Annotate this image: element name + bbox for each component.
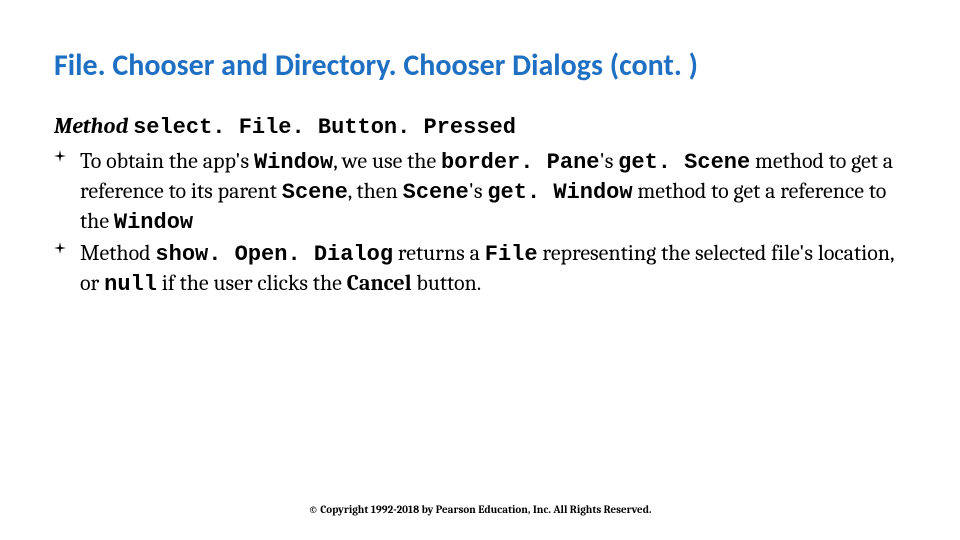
text-run: To obtain the app's [80,148,254,174]
text-run: File [485,242,538,267]
text-run: Window [114,210,193,235]
text-run: get. Scene [618,150,750,175]
copyright-footer: © Copyright 1992-2018 by Pearson Educati… [0,503,960,516]
bullet-glyph-icon [54,149,66,166]
text-run: returns a [393,240,485,266]
text-run: 's [599,148,618,174]
subheading-prefix: Method [54,113,133,139]
bullet-glyph-icon [54,241,66,258]
slide: File. Chooser and Directory. Chooser Dia… [0,0,960,540]
text-run: Window [254,150,333,175]
text-run: null [104,272,157,297]
text-run: Method [80,240,155,266]
text-run: Scene [403,180,469,205]
text-run: border. Pane [441,150,599,175]
text-run: Cancel [347,270,412,296]
text-run: show. Open. Dialog [155,242,393,267]
subheading-method: select. File. Button. Pressed [133,115,516,140]
list-item: Method show. Open. Dialog returns a File… [54,239,906,299]
text-run: get. Window [487,180,632,205]
text-run: if the user clicks the [157,270,347,296]
text-run: , then [348,178,403,204]
text-run: Scene [282,180,348,205]
text-run: 's [469,178,488,204]
text-run: , we use the [333,148,441,174]
list-item: To obtain the app's Window, we use the b… [54,147,906,237]
method-subheading: Method select. File. Button. Pressed [54,112,906,143]
text-run: button. [412,270,482,296]
slide-title: File. Chooser and Directory. Chooser Dia… [54,48,906,84]
bullet-list: To obtain the app's Window, we use the b… [54,147,906,299]
